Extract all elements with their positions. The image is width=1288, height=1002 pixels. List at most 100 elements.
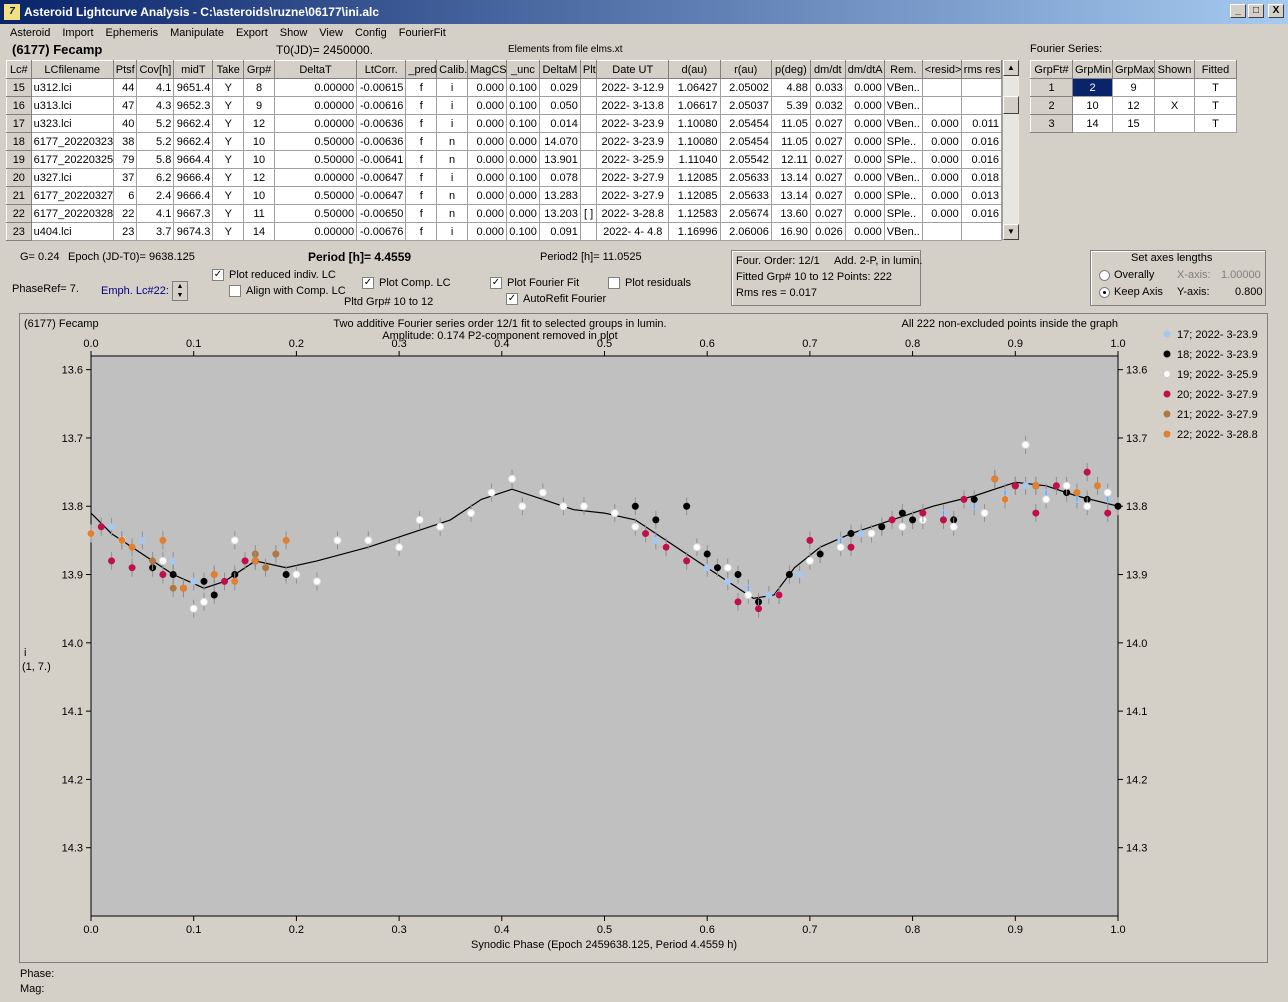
table-cell[interactable]: 15	[1112, 114, 1155, 133]
table-cell[interactable]: f	[405, 78, 438, 97]
table-cell[interactable]: -0.00641	[356, 150, 407, 169]
table-cell[interactable]: 0.100	[505, 78, 540, 97]
table-cell[interactable]: 12	[1112, 96, 1155, 115]
table-cell[interactable]: 37	[112, 168, 138, 187]
table-row[interactable]: 2 10 12 X T	[1030, 96, 1237, 115]
table-cell[interactable]: 2	[1030, 96, 1073, 115]
table-cell[interactable]: 16	[6, 96, 32, 115]
menu-config[interactable]: Config	[349, 27, 393, 39]
table-cell[interactable]: 2022- 3-28.8	[596, 204, 670, 223]
table-cell[interactable]: f	[405, 132, 438, 151]
table-cell[interactable]: 1.12085	[668, 168, 721, 187]
table-cell[interactable]: -0.00650	[356, 204, 407, 223]
menu-fourierfit[interactable]: FourierFit	[393, 27, 452, 39]
table-cell[interactable]: VBen..	[883, 96, 923, 115]
period-value[interactable]: Period [h]= 4.4559	[308, 250, 411, 264]
table-cell[interactable]: 0.000	[466, 96, 507, 115]
table-cell[interactable]	[960, 222, 1003, 241]
table-cell[interactable]: 44	[112, 78, 138, 97]
table-cell[interactable]: 22	[112, 204, 138, 223]
table-cell[interactable]: 0.000	[921, 150, 962, 169]
table-cell[interactable]: i	[436, 222, 468, 241]
lc-col-header[interactable]: dm/dt	[809, 60, 846, 79]
table-row[interactable]: 19 6177_20220325 79 5.8 9664.4 Y 10 0.50000 -0.0…	[6, 150, 1003, 169]
table-cell[interactable]: 12	[243, 168, 275, 187]
table-cell[interactable]: Y	[212, 132, 245, 151]
table-cell[interactable]: 2.05674	[719, 204, 772, 223]
table-cell[interactable]: 2.05037	[719, 96, 772, 115]
lc-col-header[interactable]: p(deg)	[770, 60, 811, 79]
table-cell[interactable]: 0.000	[921, 186, 962, 205]
menu-asteroid[interactable]: Asteroid	[0, 27, 56, 39]
table-cell[interactable]: Y	[212, 96, 245, 115]
table-cell[interactable]	[921, 222, 962, 241]
table-cell[interactable]: 5.8	[136, 150, 175, 169]
table-cell[interactable]: -0.00616	[356, 96, 407, 115]
table-cell[interactable]: 0.00000	[273, 96, 358, 115]
table-cell[interactable]: 10	[243, 186, 275, 205]
table-cell[interactable]: n	[436, 132, 468, 151]
table-cell[interactable]: 1.11040	[668, 150, 721, 169]
table-cell[interactable]: 0.027	[809, 132, 846, 151]
table-cell[interactable]: 11.05	[770, 132, 811, 151]
fourier-col-header[interactable]: GrpMin	[1072, 60, 1113, 79]
menu-show[interactable]: Show	[274, 27, 314, 39]
table-row[interactable]: 15 u312.lci 44 4.1 9651.4 Y 8 0.00000 -0.00615 f i…	[6, 78, 1003, 97]
fourier-col-header[interactable]: Shown	[1154, 60, 1195, 79]
plot-area[interactable]: 0.0 0.0 0.1 0.1 0.2 0.2 0.3 0.3 0.4 0.4 0.5 0.5 0.6 0…	[19, 313, 1268, 963]
table-cell[interactable]: 10	[243, 132, 275, 151]
x-axis-input[interactable]: 1.00000	[1221, 269, 1261, 281]
table-row[interactable]: 20 u327.lci 37 6.2 9666.4 Y 12 0.00000 -0.00647 f…	[6, 168, 1003, 187]
table-cell[interactable]: 21	[6, 186, 32, 205]
table-cell[interactable]: 2022- 3-13.8	[596, 96, 670, 115]
table-cell[interactable]: 0.000	[844, 168, 885, 187]
menu-ephemeris[interactable]: Ephemeris	[100, 27, 165, 39]
lc-col-header[interactable]: MagCS	[466, 60, 507, 79]
table-cell[interactable]: 9664.4	[173, 150, 214, 169]
table-cell[interactable]: 12	[243, 114, 275, 133]
table-cell[interactable]: 0.018	[960, 168, 1003, 187]
table-cell[interactable]: 0.016	[960, 132, 1003, 151]
table-cell[interactable]: -0.00636	[356, 132, 407, 151]
lc-col-header[interactable]: _pred.	[405, 60, 438, 79]
table-cell[interactable]: u327.lci	[30, 168, 114, 187]
table-cell[interactable]: 0.000	[505, 204, 540, 223]
table-cell[interactable]: 10	[1072, 96, 1113, 115]
table-cell[interactable]: 2.05633	[719, 186, 772, 205]
table-row[interactable]: 18 6177_20220323 38 5.2 9662.4 Y 10 0.50000 -0.0…	[6, 132, 1003, 151]
table-cell[interactable]: 0.000	[844, 132, 885, 151]
table-row[interactable]: 3 14 15 T	[1030, 114, 1237, 133]
table-cell[interactable]: 0.00000	[273, 114, 358, 133]
table-cell[interactable]: Y	[212, 114, 245, 133]
lightcurve-chart[interactable]: 0.00.00.10.10.20.20.30.30.40.40.50.50.60…	[20, 314, 1267, 962]
table-cell[interactable]: 38	[112, 132, 138, 151]
table-cell[interactable]: 0.000	[466, 150, 507, 169]
table-cell[interactable]: 0.000	[505, 132, 540, 151]
table-cell[interactable]: 15	[6, 78, 32, 97]
table-cell[interactable]: 0.000	[466, 114, 507, 133]
table-cell[interactable]: -0.00615	[356, 78, 407, 97]
table-cell[interactable]: 0.033	[809, 78, 846, 97]
table-cell[interactable]: 8	[243, 78, 275, 97]
table-cell[interactable]: 0.100	[505, 168, 540, 187]
lc-col-header[interactable]: LCfilename	[30, 60, 114, 79]
table-cell[interactable]: 3	[1030, 114, 1073, 133]
table-cell[interactable]: 1.10080	[668, 114, 721, 133]
table-cell[interactable]: 0.50000	[273, 150, 358, 169]
table-cell[interactable]: VBen..	[883, 78, 923, 97]
menu-import[interactable]: Import	[56, 27, 99, 39]
table-cell[interactable]	[579, 168, 598, 187]
table-cell[interactable]: f	[405, 168, 438, 187]
table-cell[interactable]: 11	[243, 204, 275, 223]
table-row[interactable]: 23 u404.lci 23 3.7 9674.3 Y 14 0.00000 -0.00676 f…	[6, 222, 1003, 241]
table-cell[interactable]: T	[1194, 114, 1237, 133]
table-cell[interactable]: f	[405, 114, 438, 133]
table-cell[interactable]: 0.027	[809, 168, 846, 187]
table-cell[interactable]: 6.2	[136, 168, 175, 187]
table-cell[interactable]: 12.11	[770, 150, 811, 169]
lc-col-header[interactable]: Ptsf	[112, 60, 138, 79]
table-cell[interactable]: T	[1194, 78, 1237, 97]
table-cell[interactable]: 0.100	[505, 222, 540, 241]
table-cell[interactable]: 9666.4	[173, 168, 214, 187]
emph-spinner[interactable]: ▲ ▼	[172, 281, 188, 301]
